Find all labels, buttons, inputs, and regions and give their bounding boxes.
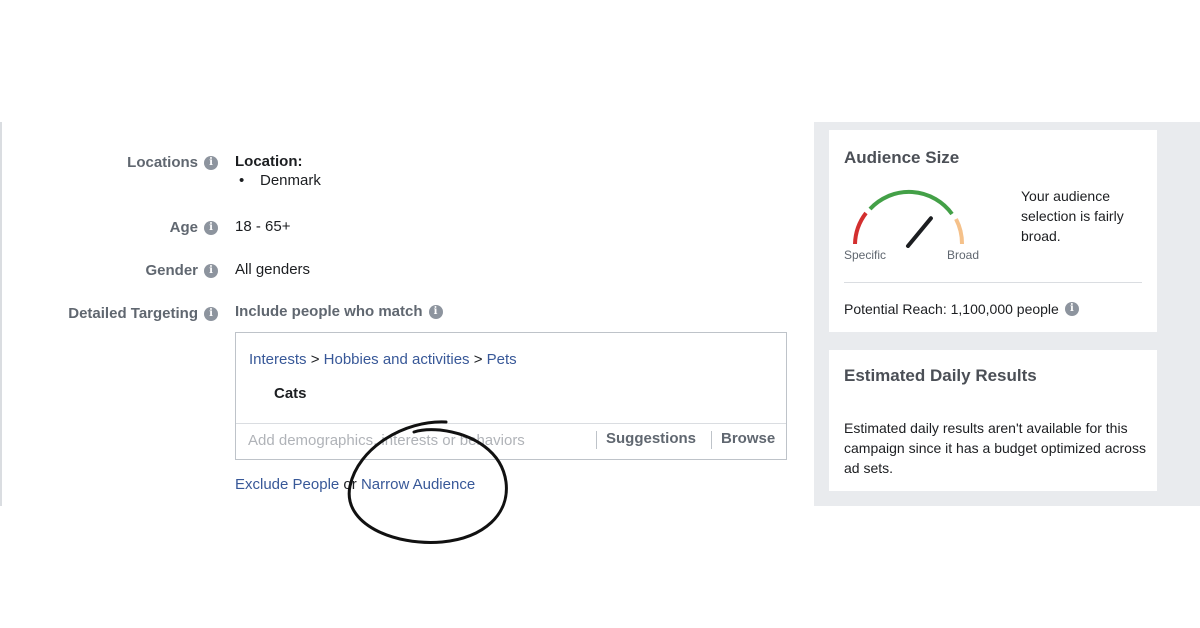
gauge-left-label: Specific: [844, 248, 887, 262]
breadcrumb-interests[interactable]: Interests: [249, 351, 307, 368]
breadcrumb: Interests > Hobbies and activities > Pet…: [249, 351, 517, 368]
info-icon[interactable]: i: [428, 304, 443, 319]
gauge-needle: [906, 216, 933, 248]
estimated-daily-description: Estimated daily results aren't available…: [844, 420, 1146, 476]
separator: [711, 431, 712, 449]
audience-size-title: Audience Size: [844, 148, 960, 167]
divider: [844, 282, 1142, 283]
info-icon[interactable]: i: [1064, 302, 1079, 316]
sidebar: Audience Size Specific Broad Your audien…: [814, 122, 1200, 506]
gender-label: Gender i: [145, 262, 218, 279]
locations-label: Locations i: [127, 154, 218, 171]
breadcrumb-separator: >: [473, 351, 483, 368]
estimated-daily-results-card: Estimated Daily Results Estimated daily …: [829, 350, 1157, 491]
potential-reach: Potential Reach: 1,100,000 people i: [844, 301, 1079, 317]
estimated-daily-title: Estimated Daily Results: [844, 366, 1037, 385]
audience-gauge-icon: [853, 189, 965, 248]
audience-description: Your audience selection is fairly broad.: [1021, 188, 1124, 244]
info-icon[interactable]: i: [204, 155, 218, 170]
breadcrumb-pets[interactable]: Pets: [487, 351, 517, 368]
detailed-targeting-label: Detailed Targeting i: [68, 305, 218, 322]
info-icon[interactable]: i: [204, 263, 218, 278]
age-label: Age i: [170, 219, 218, 236]
browse-button[interactable]: Browse: [721, 430, 775, 447]
breadcrumb-separator: >: [310, 351, 320, 368]
separator: [596, 431, 597, 449]
hand-drawn-circle-annotation: [347, 420, 508, 544]
info-icon[interactable]: i: [204, 220, 218, 235]
include-title: Include people who match i: [235, 303, 443, 320]
location-item: Denmark: [260, 172, 321, 189]
exclude-people-link[interactable]: Exclude People: [235, 476, 339, 493]
audience-size-card: Audience Size Specific Broad Your audien…: [829, 130, 1157, 332]
location-heading: Location:: [235, 153, 303, 170]
breadcrumb-hobbies[interactable]: Hobbies and activities: [324, 351, 470, 368]
gender-value[interactable]: All genders: [235, 261, 310, 278]
gauge-right-label: Broad: [947, 248, 980, 262]
age-value[interactable]: 18 - 65+: [235, 218, 290, 235]
suggestions-button[interactable]: Suggestions: [606, 430, 696, 447]
bullet: •: [239, 172, 245, 189]
selected-interest: Cats: [274, 385, 307, 402]
info-icon[interactable]: i: [204, 306, 218, 321]
